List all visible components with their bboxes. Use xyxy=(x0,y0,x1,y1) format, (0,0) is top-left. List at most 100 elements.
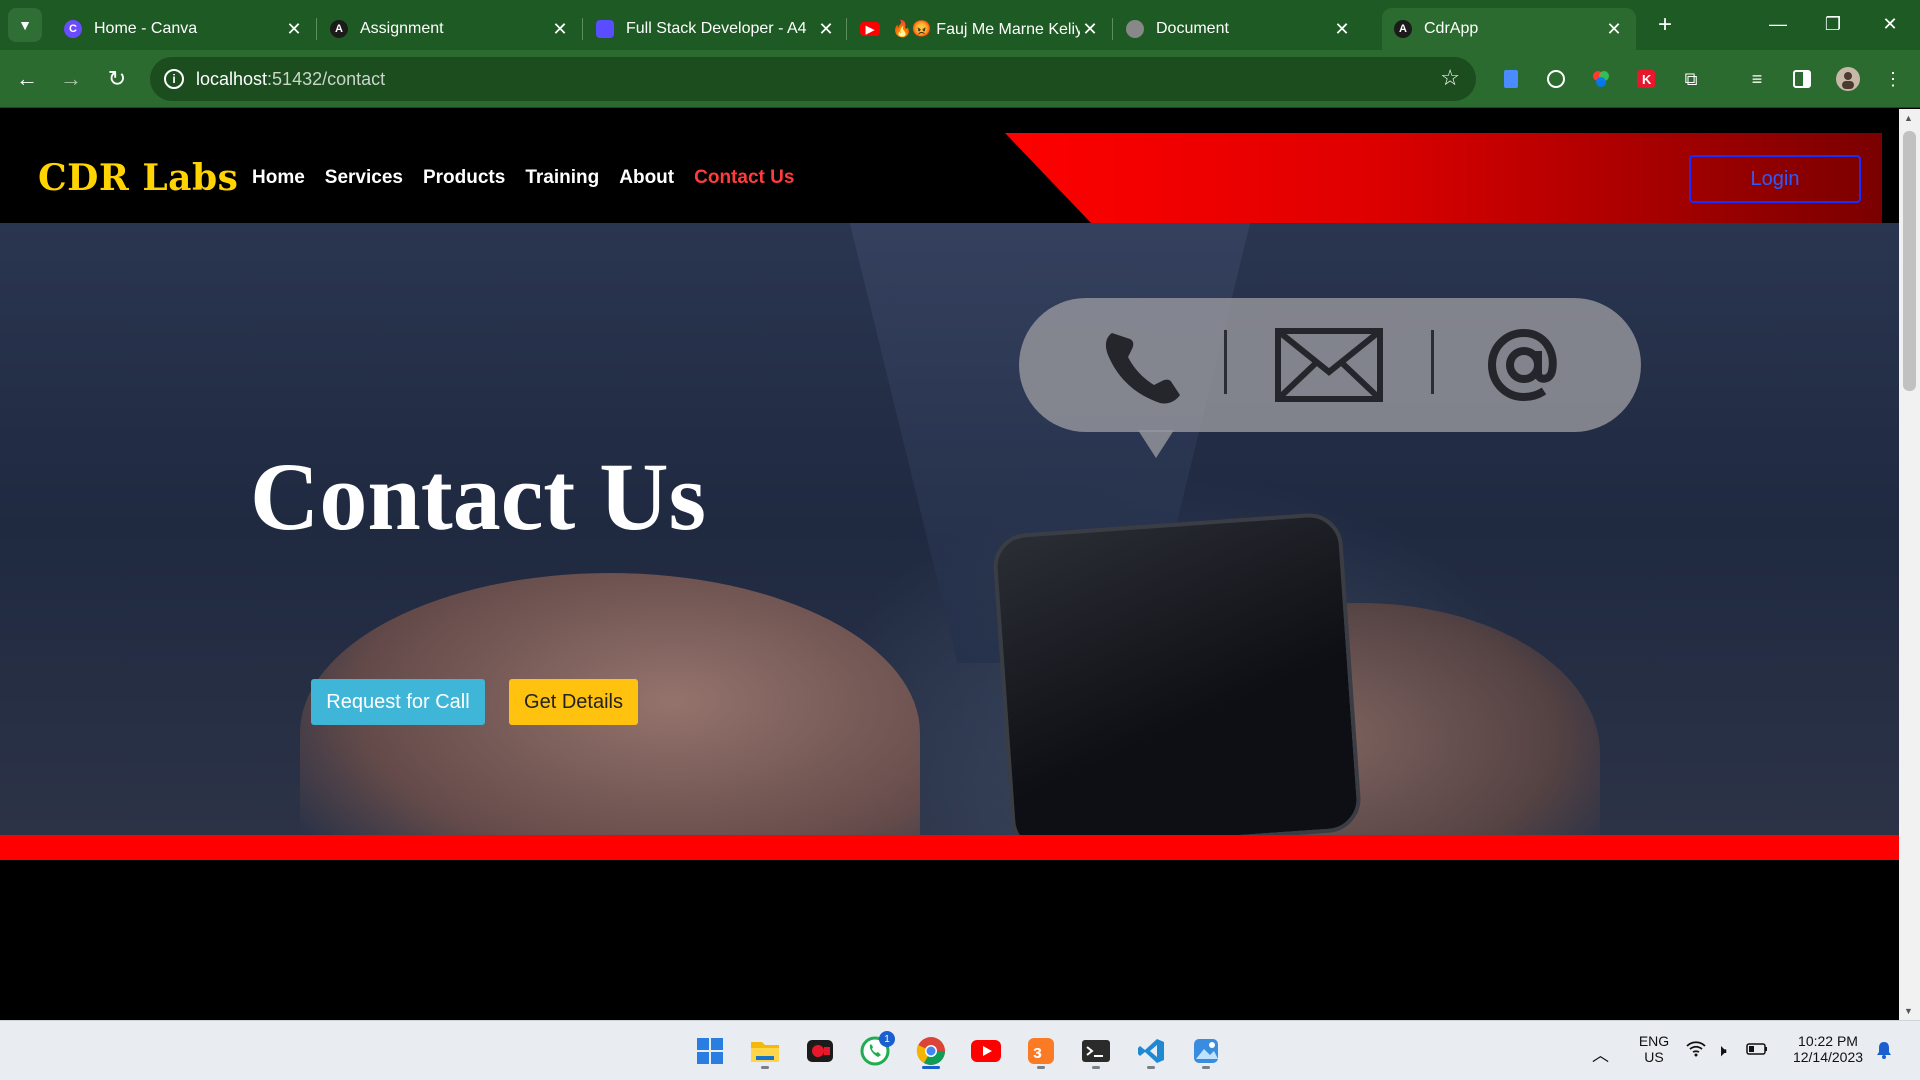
login-button[interactable]: Login xyxy=(1689,155,1861,203)
browser-tab[interactable]: Document ✕ xyxy=(1114,8,1364,50)
nav-contact-us[interactable]: Contact Us xyxy=(694,167,794,189)
extension-color-picker-icon[interactable] xyxy=(1588,66,1614,92)
reload-button[interactable]: ↻ xyxy=(100,62,134,96)
restore-button[interactable]: ❐ xyxy=(1813,8,1853,40)
youtube-icon: ▶ xyxy=(860,22,880,36)
bubble-divider xyxy=(1431,330,1434,394)
envelope-icon xyxy=(1274,320,1384,410)
close-tab-icon[interactable]: ✕ xyxy=(1332,19,1352,40)
scrollbar-thumb[interactable] xyxy=(1903,131,1916,391)
scroll-up-arrow-icon[interactable]: ▲ xyxy=(1904,113,1913,123)
close-tab-icon[interactable]: ✕ xyxy=(550,19,570,40)
forward-button[interactable]: → xyxy=(54,62,88,96)
document-icon xyxy=(596,20,614,38)
nav-training[interactable]: Training xyxy=(525,167,599,189)
extension-k-icon[interactable]: K xyxy=(1633,66,1659,92)
active-indicator xyxy=(922,1066,940,1069)
windows-taskbar: 1 ɜ ︿ ENG US 🕨 10:22 PM 12/14/2023 xyxy=(0,1020,1920,1080)
file-explorer-icon[interactable] xyxy=(745,1031,785,1071)
side-panel-icon[interactable] xyxy=(1789,66,1815,92)
browser-tab[interactable]: A Assignment ✕ xyxy=(318,8,582,50)
nav-about[interactable]: About xyxy=(619,167,674,189)
chrome-icon[interactable] xyxy=(911,1031,951,1071)
close-icon: ✕ xyxy=(1882,13,1898,34)
youtube-icon[interactable] xyxy=(966,1031,1006,1071)
whatsapp-icon[interactable]: 1 xyxy=(855,1031,895,1071)
smartphone-image xyxy=(991,511,1363,835)
clock[interactable]: 10:22 PM 12/14/2023 xyxy=(1780,1033,1876,1065)
tab-title: Home - Canva xyxy=(94,20,198,37)
terminal-icon[interactable] xyxy=(1076,1031,1116,1071)
brand-logo[interactable]: CDR Labs xyxy=(38,157,238,199)
scroll-down-arrow-icon[interactable]: ▼ xyxy=(1904,1006,1913,1016)
photos-icon[interactable] xyxy=(1186,1031,1226,1071)
nav-home[interactable]: Home xyxy=(252,167,305,189)
request-call-button[interactable]: Request for Call xyxy=(311,679,485,725)
language-indicator[interactable]: ENG US xyxy=(1634,1033,1674,1065)
tab-search-dropdown[interactable]: ▼ xyxy=(8,8,42,42)
nav-products[interactable]: Products xyxy=(423,167,505,189)
wifi-icon[interactable] xyxy=(1686,1041,1706,1062)
vscode-icon[interactable] xyxy=(1131,1031,1171,1071)
browser-tab[interactable]: C Home - Canva ✕ xyxy=(52,8,316,50)
close-tab-icon[interactable]: ✕ xyxy=(1604,19,1624,40)
canva-icon: C xyxy=(64,20,82,38)
tab-divider xyxy=(316,18,317,40)
site-info-icon[interactable]: i xyxy=(164,69,184,89)
arrow-left-icon: ← xyxy=(16,66,38,91)
running-indicator xyxy=(761,1066,769,1069)
main-nav: Home Services Products Training About Co… xyxy=(252,167,794,189)
content-area xyxy=(0,860,1899,1020)
page-viewport: CDR Labs Home Services Products Training… xyxy=(0,109,1899,1020)
media-control-icon[interactable]: ≡ xyxy=(1744,66,1770,92)
back-button[interactable]: ← xyxy=(10,62,44,96)
speaker-icon[interactable]: 🕨 xyxy=(1716,1041,1727,1061)
site-navbar: CDR Labs Home Services Products Training… xyxy=(0,109,1899,223)
language-code: ENG xyxy=(1638,1033,1670,1049)
at-sign-icon xyxy=(1479,320,1569,410)
url-text[interactable]: localhost:51432/contact xyxy=(196,69,385,90)
speech-bubble-tail xyxy=(1138,430,1174,458)
tab-title: Assignment xyxy=(360,20,444,37)
extension-circle-icon[interactable] xyxy=(1543,66,1569,92)
contact-speech-bubble xyxy=(1019,298,1641,432)
windows-start-icon[interactable] xyxy=(690,1031,730,1071)
chevron-up-icon[interactable]: ︿ xyxy=(1592,1041,1609,1066)
clock-date: 12/14/2023 xyxy=(1792,1049,1864,1065)
browser-tab-bar: ▼ C Home - Canva ✕ A Assignment ✕ Full S… xyxy=(0,0,1920,50)
chevron-down-icon: ▼ xyxy=(18,17,32,33)
xampp-icon[interactable]: ɜ xyxy=(1021,1031,1061,1071)
browser-tab[interactable]: ▶ 🔥😡 Fauj Me Marne Keliy ✕ xyxy=(848,8,1112,50)
nav-services[interactable]: Services xyxy=(325,167,403,189)
arrow-right-icon: → xyxy=(60,66,82,91)
extension-docs-icon[interactable] xyxy=(1498,66,1524,92)
tab-divider xyxy=(1112,18,1113,40)
tab-title: 🔥😡 Fauj Me Marne Keliy xyxy=(892,21,1080,38)
reload-icon: ↻ xyxy=(107,66,127,91)
screen-recorder-icon[interactable] xyxy=(800,1031,840,1071)
browser-tab-active[interactable]: A CdrApp ✕ xyxy=(1382,8,1636,50)
get-details-button[interactable]: Get Details xyxy=(509,679,638,725)
close-tab-icon[interactable]: ✕ xyxy=(1080,19,1100,40)
minimize-button[interactable]: — xyxy=(1758,8,1798,40)
extensions-puzzle-icon[interactable]: ⧉ xyxy=(1678,66,1704,92)
bookmark-star-icon[interactable]: ☆ xyxy=(1440,65,1460,91)
close-tab-icon[interactable]: ✕ xyxy=(284,19,304,40)
page-scrollbar[interactable]: ▲ ▼ xyxy=(1899,109,1920,1020)
region-code: US xyxy=(1644,1049,1664,1065)
battery-icon[interactable] xyxy=(1746,1041,1768,1061)
section-divider-strip xyxy=(0,835,1899,860)
angular-icon: A xyxy=(1394,20,1412,38)
new-tab-button[interactable]: + xyxy=(1650,10,1680,40)
address-bar[interactable]: i localhost:51432/contact ☆ xyxy=(150,57,1476,101)
browser-tab[interactable]: Full Stack Developer - A4 ✕ xyxy=(584,8,848,50)
close-window-button[interactable]: ✕ xyxy=(1870,8,1910,40)
angular-icon: A xyxy=(330,20,348,38)
profile-avatar[interactable] xyxy=(1835,66,1861,92)
notification-badge: 1 xyxy=(879,1031,895,1047)
tab-title: CdrApp xyxy=(1424,20,1479,37)
close-tab-icon[interactable]: ✕ xyxy=(816,19,836,40)
running-indicator xyxy=(1147,1066,1155,1069)
browser-menu-icon[interactable]: ⋮ xyxy=(1880,66,1906,92)
notification-bell-icon[interactable] xyxy=(1876,1041,1892,1064)
